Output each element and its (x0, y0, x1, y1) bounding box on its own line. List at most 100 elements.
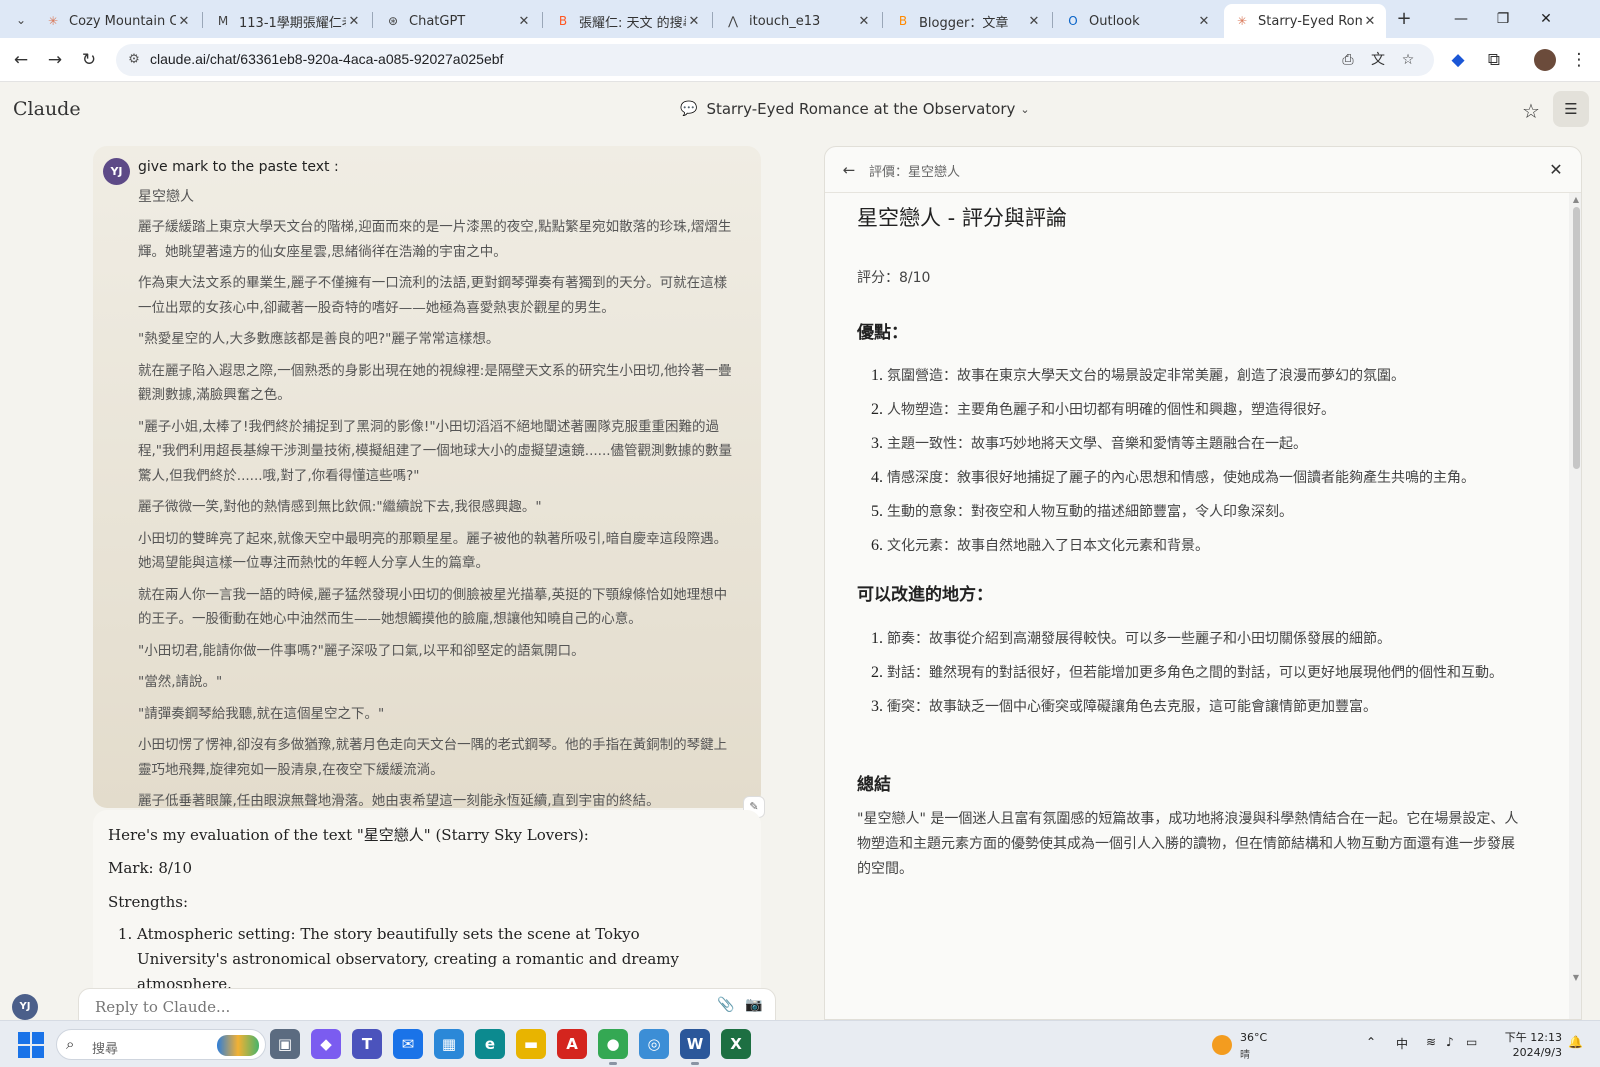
close-tab-icon[interactable]: ✕ (176, 14, 192, 29)
tab-label: 113-1學期張耀仁老 (239, 15, 346, 31)
scroll-up-arrow-icon[interactable]: ▲ (1569, 195, 1581, 204)
acrobat-icon[interactable]: A (557, 1029, 587, 1059)
tab-label: Cozy Mountain Ca (69, 13, 176, 29)
windows-start-icon[interactable] (18, 1032, 44, 1058)
conversation-title-button[interactable]: 💬 Starry-Eyed Romance at the Observatory… (680, 100, 1030, 118)
volume-icon[interactable]: ♪ (1446, 1035, 1454, 1049)
back-arrow-icon[interactable]: ← (839, 160, 859, 180)
story-paragraph: "熱愛星空的人,大多數應該都是善良的吧?"麗子常常這樣想。 (138, 331, 500, 347)
summary-text: "星空戀人" 是一個迷人且富有氛圍感的短篇故事，成功地將浪漫與科學熱情結合在一起… (857, 811, 1519, 877)
ime-indicator[interactable]: 中 (1396, 1035, 1408, 1052)
search-highlight-image (217, 1035, 259, 1056)
close-tab-icon[interactable]: ✕ (686, 14, 702, 29)
close-window-button[interactable]: ✕ (1531, 8, 1561, 30)
bookmark-star-icon[interactable]: ☆ (1398, 50, 1418, 70)
chrome-icon[interactable]: ● (598, 1029, 628, 1065)
browser-tab-4[interactable]: ⋀ itouch_e13 ✕ (715, 4, 880, 38)
notification-bell-icon[interactable]: 🔔 (1568, 1035, 1583, 1049)
extension-diamond-icon[interactable]: ◆ (1447, 49, 1469, 71)
translate-icon[interactable]: 文 (1368, 50, 1388, 70)
claude-logo[interactable]: Claude (13, 98, 81, 120)
improvements-heading: 可以改進的地方： (857, 585, 993, 605)
browser-tab-7[interactable]: ✳ Starry-Eyed Romar✕ (1224, 4, 1386, 38)
browser-tab-3[interactable]: B 張耀仁: 天文 的搜尋 ✕ (545, 4, 710, 38)
excel-icon[interactable]: X (721, 1029, 751, 1059)
reload-button[interactable]: ↻ (78, 49, 100, 71)
file-explorer-icon[interactable]: ▬ (516, 1029, 546, 1059)
browser-menu-icon[interactable]: ⋮ (1568, 49, 1590, 71)
globe-app-icon[interactable]: ◎ (639, 1029, 669, 1059)
teams-icon[interactable]: T (352, 1029, 382, 1059)
strengths-heading: 優點： (857, 323, 908, 343)
story-paragraph: 麗子緩緩踏上東京大學天文台的階梯,迎面而來的是一片漆黑的夜空,點點繁星宛如散落的… (138, 219, 732, 260)
story-paragraph: 麗子微微一笑,對他的熱情感到無比欽佩:"繼續說下去,我很感興趣。" (138, 499, 542, 515)
tab-label: ChatGPT (409, 13, 466, 29)
claude-sunburst-icon: ✳ (1236, 14, 1248, 28)
story-paragraph: "小田切君,能請你做一件事嗎?"麗子深吸了口氣,以平和卻堅定的語氣開口。 (138, 642, 585, 659)
url-text[interactable]: claude.ai/chat/63361eb8-920a-4aca-a085-9… (150, 51, 503, 67)
story-paragraph: 小田切的雙眸亮了起來,就像天空中最明亮的那顆星星。麗子被他的執著所吸引,暗自慶幸… (138, 530, 728, 572)
summary-heading: 總結 (857, 775, 891, 795)
tab-separator (1052, 12, 1053, 28)
scrollbar-thumb[interactable] (1573, 207, 1580, 469)
account-avatar[interactable]: YJ (12, 994, 38, 1020)
edge-icon[interactable]: e (475, 1029, 505, 1059)
reply-input[interactable] (93, 992, 653, 1022)
site-info-icon[interactable]: ⚙ (125, 51, 143, 69)
address-bar[interactable]: ⚙ claude.ai/chat/63361eb8-920a-4aca-a085… (116, 44, 1434, 76)
tab-label: Blogger：文章 (919, 15, 1009, 31)
tab-separator (542, 12, 543, 28)
close-tab-icon[interactable]: ✕ (1362, 14, 1378, 29)
profile-avatar[interactable] (1534, 49, 1556, 71)
camera-icon[interactable]: 📷 (743, 994, 765, 1016)
battery-icon[interactable]: ▭ (1466, 1035, 1477, 1049)
close-tab-icon[interactable]: ✕ (1196, 14, 1212, 29)
word-icon[interactable]: W (680, 1029, 710, 1065)
new-tab-button[interactable]: + (1393, 8, 1415, 30)
browser-tab-1[interactable]: M 113-1學期張耀仁老 ✕ (205, 4, 370, 38)
taskview-icon[interactable]: ▣ (270, 1029, 300, 1059)
tab-search-dropdown-icon[interactable]: ⌄ (10, 9, 32, 31)
artifact-score: 評分：8/10 (857, 270, 931, 286)
paperclip-icon[interactable]: 📎 (715, 994, 737, 1016)
close-tab-icon[interactable]: ✕ (516, 14, 532, 29)
close-tab-icon[interactable]: ✕ (1026, 14, 1042, 29)
artifact-panel: ← 評價：星空戀人 ✕ ▲ ▼ 星空戀人 - 評分與評論 評分：8/10 優點：… (824, 146, 1582, 1020)
taskbar-search[interactable]: ⌕ 搜尋 (56, 1029, 266, 1060)
close-tab-icon[interactable]: ✕ (856, 14, 872, 29)
star-conversation-icon[interactable]: ☆ (1518, 98, 1544, 124)
taskbar-clock[interactable]: 下午 12:13 2024/9/3 (1502, 1030, 1562, 1060)
mail-icon[interactable]: ✉ (393, 1029, 423, 1059)
strengths-list: 氛圍營造：故事在東京大學天文台的場景設定非常美麗，創造了浪漫而夢幻的氛圍。人物塑… (857, 363, 1543, 567)
show-hidden-icons-chevron-icon[interactable]: ⌃ (1366, 1035, 1376, 1049)
forward-button[interactable]: → (44, 49, 66, 71)
clock-time: 下午 12:13 (1504, 1031, 1562, 1044)
browser-tab-0[interactable]: ✳ Cozy Mountain Ca ✕ (35, 4, 200, 38)
artifact-title: 星空戀人 - 評分與評論 (857, 206, 1067, 230)
browser-tab-6[interactable]: O Outlook ✕ (1055, 4, 1220, 38)
user-avatar: YJ (103, 158, 130, 185)
user-message-body: give mark to the paste text : 星空戀人 麗子緩緩踏… (138, 156, 738, 821)
browser-tab-2[interactable]: ⊛ ChatGPT ✕ (375, 4, 540, 38)
chat-controls-icon[interactable]: ☰ (1553, 91, 1589, 127)
assistant-intro: Here's my evaluation of the text "星空戀人" … (108, 826, 589, 844)
chevron-down-icon: ⌄ (1020, 102, 1030, 116)
browser-tab-5[interactable]: B Blogger：文章 ✕ (885, 4, 1050, 38)
store-icon[interactable]: ▦ (434, 1029, 464, 1059)
claude-sunburst-icon: ✳ (47, 14, 59, 28)
scroll-down-arrow-icon[interactable]: ▼ (1569, 973, 1581, 982)
artifact-scrollbar[interactable]: ▲ ▼ (1569, 193, 1581, 1019)
wifi-icon[interactable]: ≋ (1426, 1035, 1436, 1049)
weather-widget[interactable]: 36°C 晴 (1212, 1031, 1302, 1061)
back-button[interactable]: ← (10, 49, 32, 71)
chat-bubble-icon: 💬 (680, 101, 698, 117)
improvements-list: 節奏：故事從介紹到高潮發展得較快。可以多一些麗子和小田切關係發展的細節。對話：雖… (857, 626, 1543, 728)
close-tab-icon[interactable]: ✕ (346, 14, 362, 29)
minimize-window-button[interactable]: — (1446, 8, 1476, 30)
extensions-puzzle-icon[interactable]: ⧉ (1483, 49, 1505, 71)
copilot-icon[interactable]: ◆ (311, 1029, 341, 1059)
maximize-window-button[interactable]: ❐ (1488, 8, 1518, 30)
weather-condition: 晴 (1240, 1050, 1250, 1061)
close-artifact-icon[interactable]: ✕ (1545, 159, 1567, 181)
install-app-icon[interactable]: ⎙ (1338, 50, 1358, 70)
